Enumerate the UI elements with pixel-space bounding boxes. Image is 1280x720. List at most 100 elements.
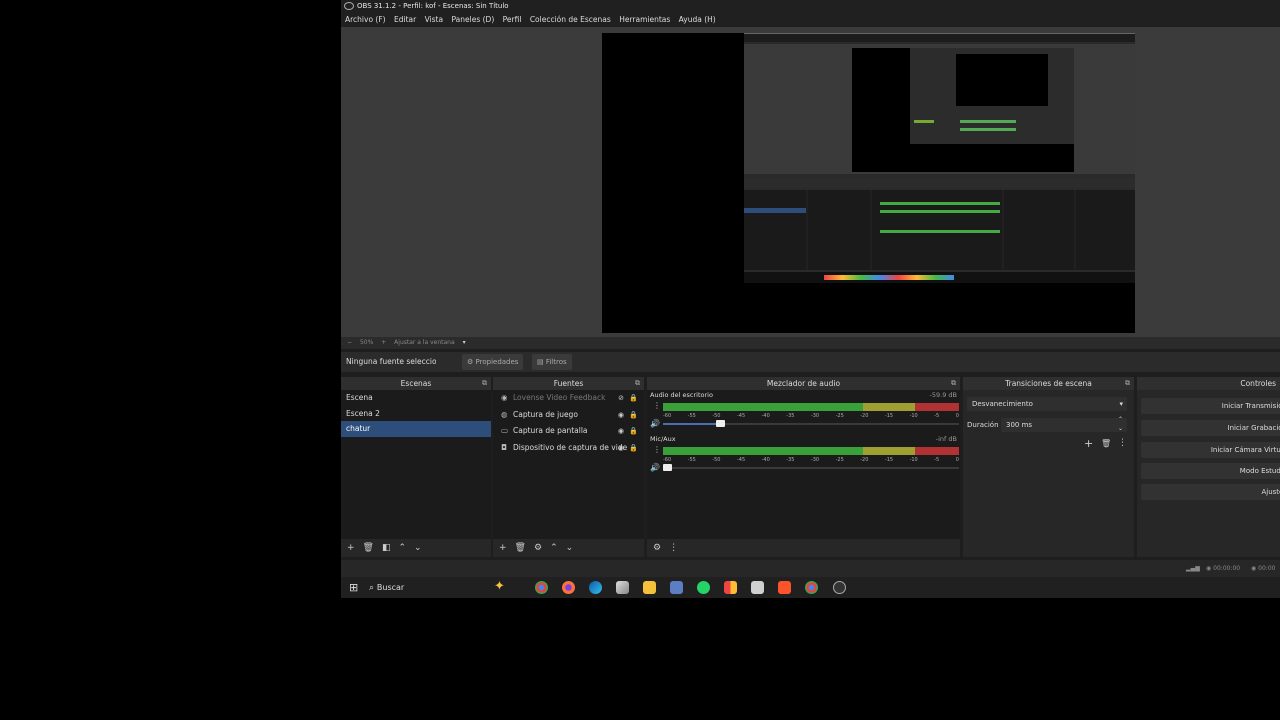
- more-icon[interactable]: ⋮: [653, 445, 661, 454]
- zoom-in-button[interactable]: +: [381, 339, 386, 346]
- start-streaming-button[interactable]: Iniciar Transmisión: [1141, 398, 1280, 414]
- channel-name: Mic/Aux: [650, 435, 676, 443]
- menu-perfil[interactable]: Perfil: [503, 13, 522, 27]
- brave-icon[interactable]: [778, 581, 791, 594]
- transition-select[interactable]: Desvanecimiento ▾: [967, 397, 1127, 411]
- chevron-up-icon[interactable]: ⌃: [399, 543, 407, 553]
- meter-tick-label: -20: [860, 413, 869, 419]
- zoom-value: 50%: [359, 339, 374, 346]
- nested-preview-area: [744, 44, 1135, 174]
- scene-filter-icon[interactable]: ◧: [382, 543, 391, 553]
- copilot-sparkle-icon[interactable]: ✦: [494, 579, 505, 594]
- signal-icon: ▂▄▆: [1186, 565, 1200, 572]
- edge-icon[interactable]: [589, 581, 602, 594]
- mixer-settings-icon[interactable]: ⚙: [653, 543, 661, 553]
- eye-hidden-icon[interactable]: ⊘: [618, 390, 624, 407]
- undock-icon[interactable]: ⧉: [635, 377, 640, 390]
- trash-icon[interactable]: 🗑: [515, 543, 526, 553]
- duration-input[interactable]: 300 ms ⌃ ⌄: [1001, 415, 1127, 433]
- source-item[interactable]: ▭ Captura de pantalla ◉ 🔒: [493, 423, 644, 440]
- gear-icon: ⚙: [467, 358, 476, 366]
- meter-tick-label: -50: [712, 457, 721, 463]
- start-recording-button[interactable]: Iniciar Grabación: [1141, 420, 1280, 436]
- volume-slider[interactable]: [663, 467, 959, 469]
- app-grid-icon[interactable]: [724, 581, 737, 594]
- menu-editar[interactable]: Editar: [394, 13, 416, 27]
- menu-paneles[interactable]: Paneles (D): [451, 13, 494, 27]
- folder-icon[interactable]: [643, 581, 656, 594]
- menu-herramientas[interactable]: Herramientas: [619, 13, 670, 27]
- volume-slider-handle[interactable]: [716, 420, 725, 427]
- app-icon[interactable]: [616, 581, 629, 594]
- chevron-down-icon[interactable]: ⌄: [566, 543, 574, 553]
- chevron-down-icon[interactable]: ⌄: [414, 543, 422, 553]
- firefox-icon[interactable]: [562, 581, 575, 594]
- properties-button[interactable]: ⚙ Propiedades: [462, 354, 524, 370]
- zoom-out-button[interactable]: −: [347, 339, 352, 346]
- undock-icon[interactable]: ⧉: [1125, 377, 1130, 390]
- add-icon[interactable]: +: [499, 543, 507, 553]
- meter-tick-label: -35: [786, 413, 795, 419]
- more-icon[interactable]: ⋮: [1118, 438, 1127, 448]
- settings-button[interactable]: Ajustes: [1141, 484, 1280, 500]
- filters-button[interactable]: ▤ Filtros: [532, 354, 572, 370]
- speaker-icon[interactable]: 🔊: [650, 419, 660, 428]
- menu-archivo[interactable]: Archivo (F): [345, 13, 386, 27]
- windows-start-icon[interactable]: ⊞: [349, 581, 358, 594]
- trash-icon[interactable]: 🗑: [1101, 439, 1111, 448]
- chrome-profile-icon[interactable]: [805, 581, 818, 594]
- add-icon[interactable]: +: [1084, 437, 1093, 450]
- zoom-bar: − 50% + Ajustar a la ventana ▾: [341, 337, 1280, 349]
- more-icon[interactable]: ⋮: [669, 543, 678, 553]
- taskbar: ⊞ ⌕ Buscar ✦: [341, 577, 1280, 598]
- menu-vista[interactable]: Vista: [425, 13, 444, 27]
- chrome-icon[interactable]: [535, 581, 548, 594]
- spinner-icon[interactable]: ⌃ ⌄: [1118, 415, 1123, 433]
- duration-label: Duración: [967, 421, 999, 429]
- chevron-down-icon: ▾: [1119, 400, 1123, 408]
- mixer-channel-mic: Mic/Aux -inf dB ⋮ -60 -55 -50 -45 -40 -35 -30-…: [647, 434, 960, 478]
- speaker-icon[interactable]: 🔊: [650, 463, 660, 472]
- trash-icon[interactable]: 🗑: [363, 543, 374, 553]
- meter-tick-label: -40: [761, 413, 770, 419]
- menu-ayuda[interactable]: Ayuda (H): [679, 13, 716, 27]
- eye-icon[interactable]: ◉: [618, 440, 624, 457]
- nested-sources-dock: [808, 190, 870, 270]
- source-item[interactable]: ◍ Captura de juego ◉ 🔒: [493, 407, 644, 424]
- search-icon: ⌕: [369, 583, 377, 593]
- scene-item-escena-2[interactable]: Escena 2: [341, 406, 491, 422]
- scene-item-chatur[interactable]: chatur: [341, 421, 491, 437]
- meter-ticks: -60 -55 -50 -45 -40 -35 -30 -25 -20 -15 -10 -5 0: [663, 413, 959, 420]
- sources-title: Fuentes: [553, 379, 584, 388]
- source-item[interactable]: ◘ Dispositivo de captura de vide ◉ 🔒: [493, 440, 644, 457]
- menu-coleccion-escenas[interactable]: Colección de Escenas: [530, 13, 611, 27]
- undock-icon[interactable]: ⧉: [951, 377, 956, 390]
- controls-title: Controles: [1240, 379, 1276, 388]
- discord-icon[interactable]: [670, 581, 683, 594]
- undock-icon[interactable]: ⧉: [482, 377, 487, 390]
- volume-slider[interactable]: [663, 423, 959, 425]
- eye-icon[interactable]: ◉: [618, 407, 624, 424]
- whatsapp-icon[interactable]: [697, 581, 710, 594]
- scene-item-escena[interactable]: Escena: [341, 390, 491, 406]
- preview-canvas[interactable]: [602, 33, 1135, 333]
- start-virtual-camera-button[interactable]: Iniciar Cámara Virtual: [1141, 442, 1280, 458]
- gear-icon[interactable]: ⚙: [534, 543, 542, 553]
- meter-yellow: [863, 403, 915, 411]
- lock-icon[interactable]: 🔒: [629, 423, 638, 440]
- obs-taskbar-icon[interactable]: [833, 581, 846, 594]
- lock-icon[interactable]: 🔒: [629, 390, 638, 407]
- taskbar-search[interactable]: ⌕ Buscar: [369, 580, 489, 595]
- studio-mode-button[interactable]: Modo Estudio: [1141, 463, 1280, 479]
- volume-slider-handle[interactable]: [663, 464, 672, 471]
- controls-dock: Controles Iniciar Transmisión Iniciar Gr…: [1137, 377, 1280, 557]
- lock-icon[interactable]: 🔒: [629, 440, 638, 457]
- more-icon[interactable]: ⋮: [653, 401, 661, 410]
- calendar-icon[interactable]: [751, 581, 764, 594]
- lock-icon[interactable]: 🔒: [629, 407, 638, 424]
- eye-icon[interactable]: ◉: [618, 423, 624, 440]
- source-item[interactable]: ◉ Lovense Video Feedback ⊘ 🔒: [493, 390, 644, 407]
- add-icon[interactable]: +: [347, 543, 355, 553]
- chevron-up-icon[interactable]: ⌃: [550, 543, 558, 553]
- chevron-down-icon[interactable]: ▾: [463, 339, 466, 346]
